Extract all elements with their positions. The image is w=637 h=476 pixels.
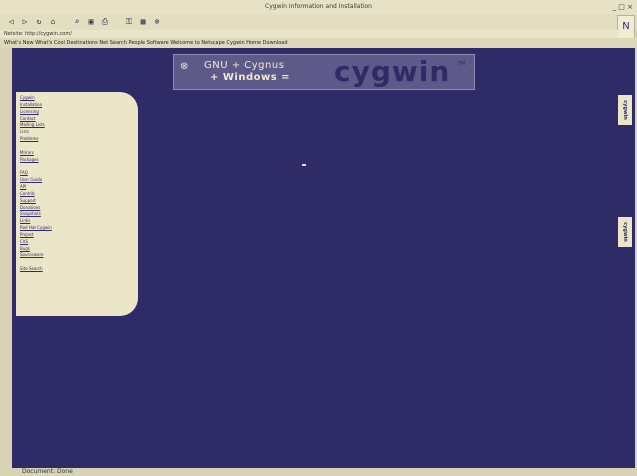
sidebar-navigation: Cygwin Installation Licensing Contact Mailin… bbox=[16, 92, 138, 316]
sidebar-item[interactable]: FAQ bbox=[20, 170, 134, 177]
cursor-mark bbox=[302, 164, 306, 166]
sidebar-item[interactable]: Installation bbox=[20, 102, 134, 109]
search-icon[interactable]: ⌕ bbox=[72, 17, 82, 27]
throbber-icon[interactable]: N bbox=[617, 15, 635, 39]
sidebar-item[interactable]: Support bbox=[20, 198, 134, 205]
sidebar-item[interactable]: Sourceware bbox=[20, 252, 134, 259]
sidebar-item[interactable]: Problems bbox=[20, 136, 134, 143]
sidebar-item[interactable]: Snapshots bbox=[20, 211, 134, 218]
sidebar-item[interactable]: Links bbox=[20, 218, 134, 225]
forward-icon[interactable]: ▷ bbox=[20, 17, 30, 27]
sidebar-item[interactable]: Contact bbox=[20, 116, 134, 123]
badge-top-label: cygwin bbox=[622, 100, 629, 120]
sidebar-item[interactable]: API bbox=[20, 184, 134, 191]
banner-line-1: GNU + Cygnus bbox=[204, 60, 285, 71]
netscape-icon[interactable]: ▣ bbox=[86, 17, 96, 27]
sidebar-item[interactable]: Red Hat Cygwin bbox=[20, 225, 134, 232]
sidebar-item[interactable]: Contrib bbox=[20, 191, 134, 198]
sidebar-item[interactable]: Packages bbox=[20, 157, 134, 164]
cygwin-badge-top[interactable]: cygwin bbox=[617, 94, 633, 126]
sidebar-item[interactable]: Bugs bbox=[20, 246, 134, 253]
stop-icon[interactable]: ⊗ bbox=[152, 17, 162, 27]
sidebar-item: Lists bbox=[20, 129, 30, 135]
page-content: ⊗ GNU + Cygnus + Windows = cygwin TM Cyg… bbox=[12, 48, 635, 468]
window-titlebar: Cygwin Information and Installation _ □ … bbox=[0, 0, 637, 14]
sidebar-item[interactable]: Project bbox=[20, 232, 134, 239]
cygwin-banner[interactable]: ⊗ GNU + Cygnus + Windows = cygwin TM bbox=[173, 54, 475, 90]
sidebar-item bbox=[20, 259, 134, 266]
reload-icon[interactable]: ↻ bbox=[34, 17, 44, 27]
back-icon[interactable]: ◁ bbox=[6, 17, 16, 27]
images-icon[interactable]: ▦ bbox=[138, 17, 148, 27]
sidebar-item[interactable]: Site Search bbox=[20, 266, 134, 273]
print-icon[interactable]: ⎙ bbox=[100, 17, 110, 27]
sidebar-list: Cygwin Installation Licensing Contact Mailin… bbox=[20, 95, 134, 273]
banner-brand: cygwin bbox=[334, 55, 451, 88]
sidebar-item[interactable]: Mirrors bbox=[20, 150, 134, 157]
status-bar: Document: Done bbox=[0, 468, 637, 476]
sidebar-item[interactable]: Mailing Lists bbox=[20, 122, 134, 129]
sidebar-item bbox=[20, 163, 134, 170]
navigation-toolbar: ◁ ▷ ↻ ⌂ ⌕ ▣ ⎙ ⚿ ▦ ⊗ bbox=[0, 14, 637, 30]
sidebar-item[interactable]: Licensing bbox=[20, 109, 134, 116]
banner-line-2: + Windows = bbox=[210, 72, 291, 83]
personal-toolbar[interactable]: What's New What's Cool Destinations Net … bbox=[0, 38, 637, 48]
window-title: Cygwin Information and Installation bbox=[265, 3, 372, 10]
sidebar-item[interactable]: User Guide bbox=[20, 177, 134, 184]
home-icon[interactable]: ⌂ bbox=[48, 17, 58, 27]
sidebar-item[interactable]: CVS bbox=[20, 239, 134, 246]
badge-bottom-label: cygwin bbox=[622, 222, 629, 242]
sidebar-item[interactable]: Donations bbox=[20, 205, 134, 212]
sidebar-item[interactable]: Cygwin bbox=[20, 95, 134, 102]
sidebar-item bbox=[20, 143, 134, 150]
security-icon[interactable]: ⚿ bbox=[124, 17, 134, 27]
cygwin-badge-bottom[interactable]: cygwin bbox=[617, 216, 633, 248]
banner-trademark: TM bbox=[458, 61, 466, 67]
window-controls[interactable]: _ □ × bbox=[613, 0, 633, 14]
address-bar[interactable]: Netsite: http://cygwin.com/ bbox=[0, 30, 618, 38]
cygwin-logo-icon: ⊗ bbox=[180, 61, 189, 72]
